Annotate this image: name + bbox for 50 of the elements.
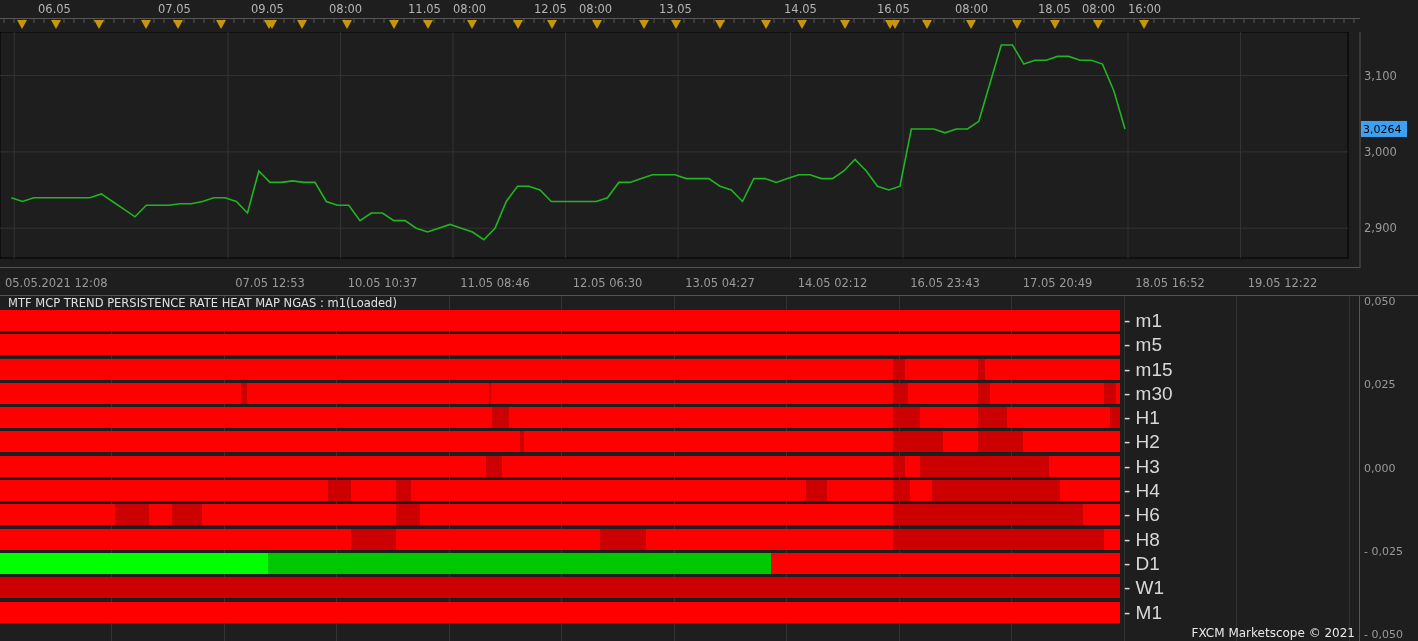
axis-label: 18.05: [1038, 2, 1071, 16]
y-tick-label: 2,900: [1364, 221, 1397, 236]
timeframe-label: - H2: [1124, 431, 1160, 453]
axis-label: 09.05: [251, 2, 284, 16]
axis-label: 16:00: [1128, 2, 1162, 16]
x-tick-label: 05.05.2021 12:08: [4, 276, 108, 290]
y-tick-label: 0,050: [1364, 296, 1397, 308]
timeframe-label: - M1: [1124, 601, 1162, 623]
timeframe-label: - H1: [1124, 407, 1160, 429]
y-tick-label: 0,000: [1364, 462, 1397, 475]
y-tick-label: 3,000: [1364, 144, 1397, 159]
timeframe-label: - D1: [1124, 552, 1160, 574]
axis-label: 08:00: [579, 2, 613, 16]
axis-label: 08:00: [329, 2, 363, 16]
timeframe-label: - m1: [1124, 310, 1162, 331]
timeframe-label: - m5: [1124, 334, 1162, 356]
indicator-title: MTF MCP TREND PERSISTENCE RATE HEAT MAP NGAS : m1(Loaded): [7, 296, 398, 310]
x-tick-label: 12.05 06:30: [572, 276, 643, 290]
axis-label: 13.05: [659, 2, 692, 16]
x-tick-label: 11.05 08:46: [460, 276, 530, 290]
axis-label: 08:00: [955, 2, 989, 16]
x-tick-label: 14.05 02:12: [797, 276, 868, 290]
axis-label: 07.05: [158, 2, 191, 16]
axis-label: 08:00: [453, 2, 487, 16]
x-tick-label: 17.05 20:49: [1022, 276, 1093, 290]
y-tick-label: 0,025: [1364, 379, 1397, 392]
timeframe-label: - W1: [1124, 577, 1165, 599]
timeframe-label: - m15: [1124, 358, 1173, 380]
axis-label: 16.05: [877, 2, 910, 16]
x-tick-label: 10.05 10:37: [347, 276, 418, 290]
axis-label: 11.05: [408, 2, 441, 16]
axis-label: 06.05: [38, 2, 71, 16]
timeframe-label: - m30: [1124, 382, 1173, 404]
y-tick-label: - 0,050: [1364, 629, 1404, 641]
timeframe-label: - H6: [1124, 504, 1160, 526]
copyright-text: FXCM Marketscope © 2021: [1191, 626, 1355, 640]
axis-label: 12.05: [534, 2, 567, 16]
y-tick-label: - 0,025: [1364, 545, 1404, 558]
timeframe-label: - H8: [1124, 528, 1160, 550]
timeframe-label: - H3: [1124, 455, 1160, 477]
x-tick-label: 18.05 16:52: [1135, 276, 1205, 290]
axis-label: 14.05: [784, 2, 817, 16]
x-tick-label: 16.05 23:43: [910, 276, 980, 290]
y-tick-label: 3,100: [1364, 68, 1397, 83]
x-tick-label: 19.05 12:22: [1247, 276, 1318, 290]
x-tick-label: 07.05 12:53: [235, 276, 305, 290]
axis-label: 08:00: [1082, 2, 1116, 16]
price-tag: 3,0264: [1361, 120, 1407, 137]
timeframe-label: - H4: [1124, 480, 1160, 502]
x-tick-label: 13.05 04:27: [685, 276, 755, 290]
